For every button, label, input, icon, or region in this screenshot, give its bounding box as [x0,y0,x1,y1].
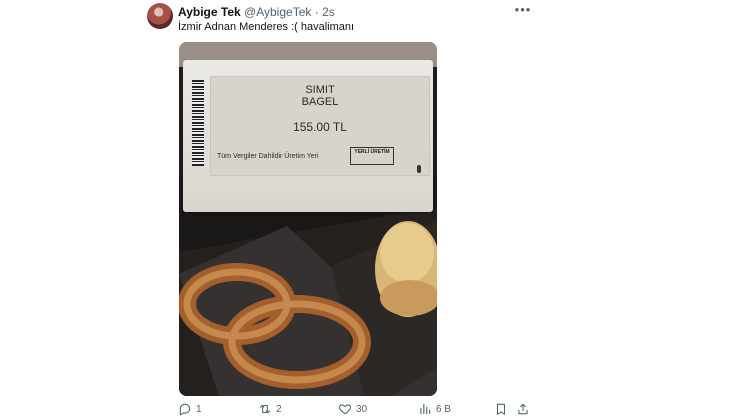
tweet-text: İzmir Adnan Menderes :( havalimanı [178,21,355,33]
tweet-photo[interactable]: SIMIT BAGEL 155.00 TL Tüm Vergiler Dahil… [179,42,437,396]
product-name: SIMIT [305,84,335,96]
price-value: 155.00 TL [293,120,347,134]
display-indicator [417,165,421,173]
like-button[interactable]: 30 [338,401,367,417]
retweet-icon [259,404,271,414]
reply-count: 1 [196,403,202,415]
tweet-header: Aybige Tek @AybigeTek · 2s [178,5,335,19]
user-handle[interactable]: @AybigeTek [244,5,311,19]
price-display: SIMIT BAGEL 155.00 TL Tüm Vergiler Dahil… [210,76,430,176]
domestic-production-logo: YERLİ ÜRETİM [350,147,394,165]
price-tag: SIMIT BAGEL 155.00 TL Tüm Vergiler Dahil… [183,60,433,212]
barcode [192,80,204,166]
timestamp[interactable]: 2s [322,5,335,19]
views-icon [420,403,431,415]
bookmark-icon [496,403,506,415]
avatar[interactable] [147,3,173,29]
views-button[interactable]: 6 B [418,401,451,417]
separator-dot: · [314,5,319,19]
reply-button[interactable]: 1 [178,401,202,417]
reply-icon [179,403,191,416]
like-icon [338,404,352,415]
retweet-count: 2 [276,403,282,415]
views-count: 6 B [436,403,452,415]
bookmark-button[interactable] [494,401,508,417]
share-icon [518,403,528,415]
tax-note: Tüm Vergiler Dahildir Üretim Yeri [217,153,319,160]
display-name[interactable]: Aybige Tek [178,5,241,19]
tweet-actions: 1 2 30 6 B [0,398,730,420]
retweet-button[interactable]: 2 [258,401,282,417]
like-count: 30 [356,403,368,415]
tweet: Aybige Tek @AybigeTek · 2s ••• İzmir Adn… [0,0,730,420]
product-translation: BAGEL [301,96,339,108]
more-icon[interactable]: ••• [514,3,532,17]
share-button[interactable] [516,401,530,417]
